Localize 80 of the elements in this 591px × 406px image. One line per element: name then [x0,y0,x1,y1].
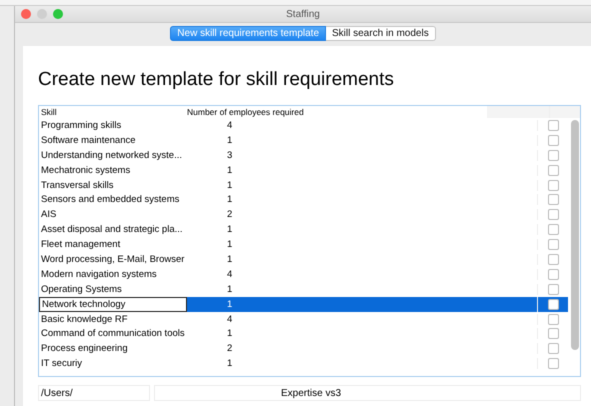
table-row[interactable]: Command of communication tools 1 [39,326,568,342]
column-header[interactable] [487,106,549,118]
column-header[interactable] [549,106,580,118]
table-cell-text: Process engineering [40,343,129,354]
table-cell-text: Word processing, E-Mail, Browser [40,254,186,265]
checkbox[interactable] [548,120,558,131]
table-cell-text: 1 [226,180,234,190]
window-title: Staffing [286,8,320,20]
table-row[interactable]: Asset disposal and strategic pla... 1 [39,222,568,238]
table-cell-text: 1 [226,239,234,250]
table-row[interactable]: Transversal skills 1 [39,178,568,192]
table-cell-text: 1 [226,254,234,265]
path-field[interactable]: /Users/ [38,385,150,401]
table-cell-text: 3 [226,150,234,161]
column-header[interactable]: Number of employees required [187,107,337,117]
table-cell-text: Operating Systems [40,284,123,295]
table-cell-text: Programming skills [40,120,122,131]
checkbox[interactable] [548,239,558,250]
checkbox[interactable] [548,209,558,220]
table-cell-text: 1 [226,224,234,236]
table-row[interactable]: Software maintenance 1 [39,132,568,148]
table-cell-text: 1 [226,194,234,206]
table-cell: 1 [187,296,337,312]
name-field[interactable]: Expertise vs3 [154,385,581,401]
cell-editor[interactable]: Network technology [39,296,187,312]
table-row[interactable]: Operating Systems 1 [39,282,568,297]
table-cell-text: 1 [226,328,234,340]
table-cell-text: Fleet management [40,239,122,250]
table-cell-text: Basic knowledge RF [40,314,129,325]
checkbox[interactable] [548,194,558,206]
table-cell-text: Mechatronic systems [40,164,132,176]
table-cell-text: 1 [226,358,234,370]
column-header[interactable]: Skill [39,107,187,117]
table-row[interactable]: Fleet management 1 [39,237,568,252]
close-button[interactable] [21,9,31,19]
checkbox[interactable] [548,150,558,161]
checkbox[interactable] [548,134,558,146]
table-cell-text: 1 [226,134,234,146]
table-cell-text: AIS [40,209,58,220]
table-cell-text: 2 [226,343,234,354]
table-cell-text: 1 [226,284,234,295]
checkbox[interactable] [548,268,558,280]
checkbox[interactable] [548,224,558,236]
table-row[interactable]: Basic knowledge RF 4 [39,312,568,326]
checkbox[interactable] [548,343,558,354]
table-row[interactable]: Modern navigation systems 4 [39,266,568,282]
minimize-button[interactable] [37,9,47,19]
table-cell-text: Command of communication tools [40,328,186,340]
table-row[interactable]: IT securiy 1 [39,356,568,372]
table-cell-text: Sensors and embedded systems [40,194,180,206]
checkbox[interactable] [548,180,558,190]
table-cell-text: Asset disposal and strategic pla... [40,224,184,236]
tab[interactable]: Skill search in models [326,26,436,41]
checkbox[interactable] [548,298,558,310]
table-row[interactable]: Process engineering 2 [39,341,568,356]
table-cell-text: IT securiy [40,358,84,370]
page-heading: Create new template for skill requirements [38,69,395,92]
table-cell-text: 4 [226,314,234,325]
table-cell-text: 2 [226,209,234,220]
checkbox[interactable] [548,284,558,295]
table-row[interactable]: Understanding networked syste... 3 [39,148,568,163]
table-cell-text: 1 [226,164,234,176]
table-cell-text: Modern navigation systems [40,268,158,280]
table-row[interactable]: Word processing, E-Mail, Browser 1 [39,252,568,267]
table-cell-text: 4 [226,120,234,131]
table-row[interactable]: Programming skills 4 [39,118,568,133]
table-row[interactable]: Mechatronic systems 1 [39,162,568,178]
table-cell-text: 4 [226,268,234,280]
table-cell-text: Software maintenance [40,134,137,146]
table-cell-text: Understanding networked syste... [40,150,183,161]
checkbox[interactable] [548,314,558,325]
checkbox[interactable] [548,254,558,265]
table-cell-text: Transversal skills [40,180,114,190]
checkbox[interactable] [548,358,558,370]
zoom-button[interactable] [53,9,63,19]
table-row[interactable]: Sensors and embedded systems 1 [39,192,568,208]
table-row[interactable]: AIS 2 [39,207,568,222]
checkbox[interactable] [548,164,558,176]
checkbox[interactable] [548,328,558,340]
table-row[interactable]: Network technology 1 [39,296,568,312]
